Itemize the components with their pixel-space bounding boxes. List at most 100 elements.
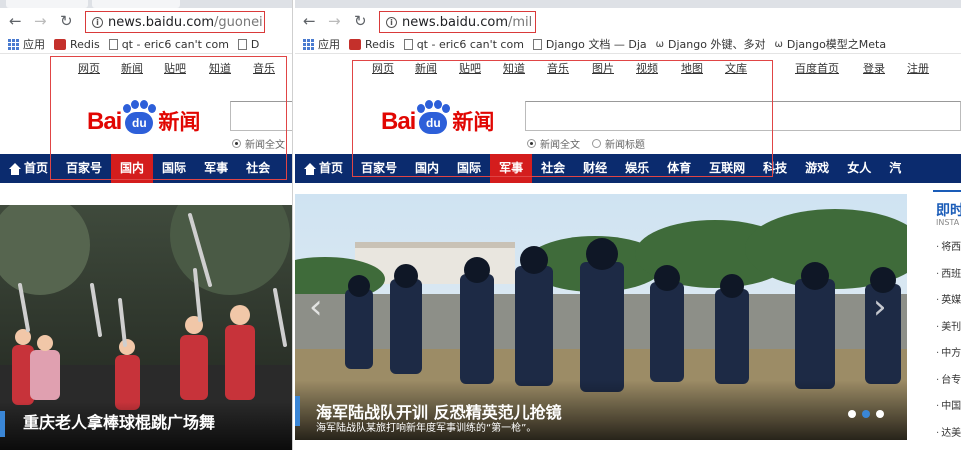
url-host: news.baidu.com — [402, 14, 508, 30]
radio-fulltext[interactable]: 新闻全文 — [232, 136, 285, 151]
forward-icon[interactable]: → — [328, 13, 341, 29]
channel-youxi[interactable]: 游戏 — [796, 154, 838, 183]
bookmark-qt[interactable]: qt - eric6 can't com — [403, 38, 524, 51]
nav-link-tieba[interactable]: 贴吧 — [459, 60, 481, 76]
redis-icon — [349, 38, 361, 50]
channel-hulianwang[interactable]: 互联网 — [700, 154, 754, 183]
nav-link-tieba[interactable]: 贴吧 — [164, 60, 186, 76]
channel-caijing[interactable]: 财经 — [574, 154, 616, 183]
redis-icon — [54, 38, 66, 50]
slider-dot[interactable] — [848, 410, 856, 418]
nav-link-web[interactable]: 网页 — [372, 60, 394, 76]
reload-icon[interactable]: ↻ — [60, 13, 73, 29]
url-host: news.baidu.com — [108, 14, 214, 30]
slider-next-icon[interactable]: › — [873, 290, 887, 324]
tab-global[interactable] — [92, 0, 180, 8]
document-icon — [237, 38, 247, 50]
nav-link-video[interactable]: 视频 — [636, 60, 658, 76]
channel-tiyu[interactable]: 体育 — [658, 154, 700, 183]
bookmark-django[interactable]: D — [237, 38, 259, 51]
bookmark-django-docs[interactable]: Django 文档 — Dja — [532, 36, 647, 52]
nav-link-web[interactable]: 网页 — [78, 60, 100, 76]
bookmark-django-meta[interactable]: ω Django模型之Meta — [774, 36, 886, 52]
sidebar-title: 即时 — [933, 190, 961, 219]
sidebar-news-item[interactable]: 美刊 — [933, 315, 961, 342]
headline-photo[interactable]: 海军陆战队开训 反恐精英范儿抢镜 海军陆战队某旅打响新年度军事训练的“第一枪”。 — [295, 194, 907, 440]
search-input[interactable] — [230, 101, 292, 131]
channel-junshi[interactable]: 军事 — [490, 154, 533, 183]
baidu-home-link[interactable]: 百度首页 — [795, 60, 839, 76]
search-input[interactable] — [525, 101, 961, 131]
slider-dot[interactable] — [876, 410, 884, 418]
channel-baijiahao[interactable]: 百家号 — [352, 154, 406, 183]
register-link[interactable]: 注册 — [907, 60, 929, 76]
apps-icon — [8, 38, 19, 50]
forward-icon[interactable]: → — [34, 13, 47, 29]
slider-dot-active[interactable] — [862, 410, 870, 418]
channel-qiche[interactable]: 汽 — [880, 154, 910, 183]
nav-link-zhidao[interactable]: 知道 — [209, 60, 231, 76]
url-path: /guonei — [214, 14, 263, 30]
tab-strip — [295, 0, 961, 8]
channel-shehui[interactable]: 社会 — [237, 154, 279, 183]
baidu-news-logo[interactable]: Bai du 新闻 — [381, 94, 494, 134]
radio-title[interactable]: 新闻标题 — [592, 136, 645, 151]
sidebar-news-item[interactable]: 英媒 — [933, 288, 961, 315]
channel-junshi[interactable]: 军事 — [195, 154, 237, 183]
bookmark-django-fk[interactable]: ω Django 外键、多对 — [656, 36, 766, 52]
sidebar-news-item[interactable]: 西班 — [933, 262, 961, 289]
channel-guoji[interactable]: 国际 — [448, 154, 490, 183]
apps-icon — [303, 38, 314, 50]
channel-guoji[interactable]: 国际 — [153, 154, 195, 183]
bookmarks-bar: 应用 Redis qt - eric6 can't com D — [0, 35, 292, 54]
tab-baidu-news[interactable] — [6, 0, 88, 8]
channel-home[interactable]: 首页 — [0, 154, 57, 183]
nav-link-wenku[interactable]: 文库 — [725, 60, 747, 76]
login-link[interactable]: 登录 — [863, 60, 885, 76]
channel-keji[interactable]: 科技 — [754, 154, 796, 183]
radio-fulltext[interactable]: 新闻全文 — [527, 136, 580, 151]
browser-toolbar: ← → ↻ i news.baidu.com/guonei — [0, 8, 292, 35]
top-nav: 网页 新闻 贴吧 知道 音乐 — [0, 54, 292, 78]
nav-link-map[interactable]: 地图 — [681, 60, 703, 76]
channel-guonei[interactable]: 国内 — [406, 154, 448, 183]
sidebar-news-item[interactable]: 将西 — [933, 235, 961, 262]
nav-link-music[interactable]: 音乐 — [547, 60, 569, 76]
bookmark-redis[interactable]: Redis — [54, 38, 100, 51]
baidu-news-logo[interactable]: Bai du 新闻 — [87, 94, 200, 134]
sidebar-news-item[interactable]: 达美 — [933, 421, 961, 448]
sidebar-news-item[interactable]: 中方 — [933, 341, 961, 368]
headline-title[interactable]: 重庆老人拿棒球棍跳广场舞 — [23, 409, 215, 433]
channel-guonei[interactable]: 国内 — [111, 154, 154, 183]
address-bar[interactable]: i news.baidu.com/mil — [379, 11, 536, 33]
nav-link-news[interactable]: 新闻 — [121, 60, 143, 76]
bookmark-redis[interactable]: Redis — [349, 38, 395, 51]
nav-link-images[interactable]: 图片 — [592, 60, 614, 76]
site-info-icon[interactable]: i — [92, 16, 103, 28]
back-icon[interactable]: ← — [303, 13, 316, 29]
bookmark-qt[interactable]: qt - eric6 can't com — [108, 38, 229, 51]
site-info-icon[interactable]: i — [386, 16, 397, 28]
nav-link-news[interactable]: 新闻 — [415, 60, 437, 76]
channel-nvren[interactable]: 女人 — [838, 154, 880, 183]
channel-baijiahao[interactable]: 百家号 — [57, 154, 111, 183]
bookmark-apps[interactable]: 应用 — [8, 36, 45, 52]
headline-photo[interactable]: 重庆老人拿棒球棍跳广场舞 — [0, 205, 292, 450]
sidebar-news-item[interactable]: 中国 — [933, 394, 961, 421]
sidebar-subtitle: INSTA — [936, 218, 960, 227]
nav-link-zhidao[interactable]: 知道 — [503, 60, 525, 76]
channel-home[interactable]: 首页 — [295, 154, 352, 183]
channel-yule[interactable]: 娱乐 — [616, 154, 658, 183]
back-icon[interactable]: ← — [9, 13, 22, 29]
nav-link-music[interactable]: 音乐 — [253, 60, 275, 76]
reload-icon[interactable]: ↻ — [354, 13, 367, 29]
slider-prev-icon[interactable]: ‹ — [309, 290, 323, 324]
address-bar[interactable]: i news.baidu.com/guonei — [85, 11, 265, 33]
slider-dots — [848, 410, 884, 418]
bookmark-apps[interactable]: 应用 — [303, 36, 340, 52]
channel-shehui[interactable]: 社会 — [532, 154, 574, 183]
left-browser-window: ← → ↻ i news.baidu.com/guonei 应用 Redis q… — [0, 0, 292, 450]
document-icon — [403, 38, 413, 50]
document-icon — [532, 38, 542, 50]
sidebar-news-item[interactable]: 台专 — [933, 368, 961, 395]
